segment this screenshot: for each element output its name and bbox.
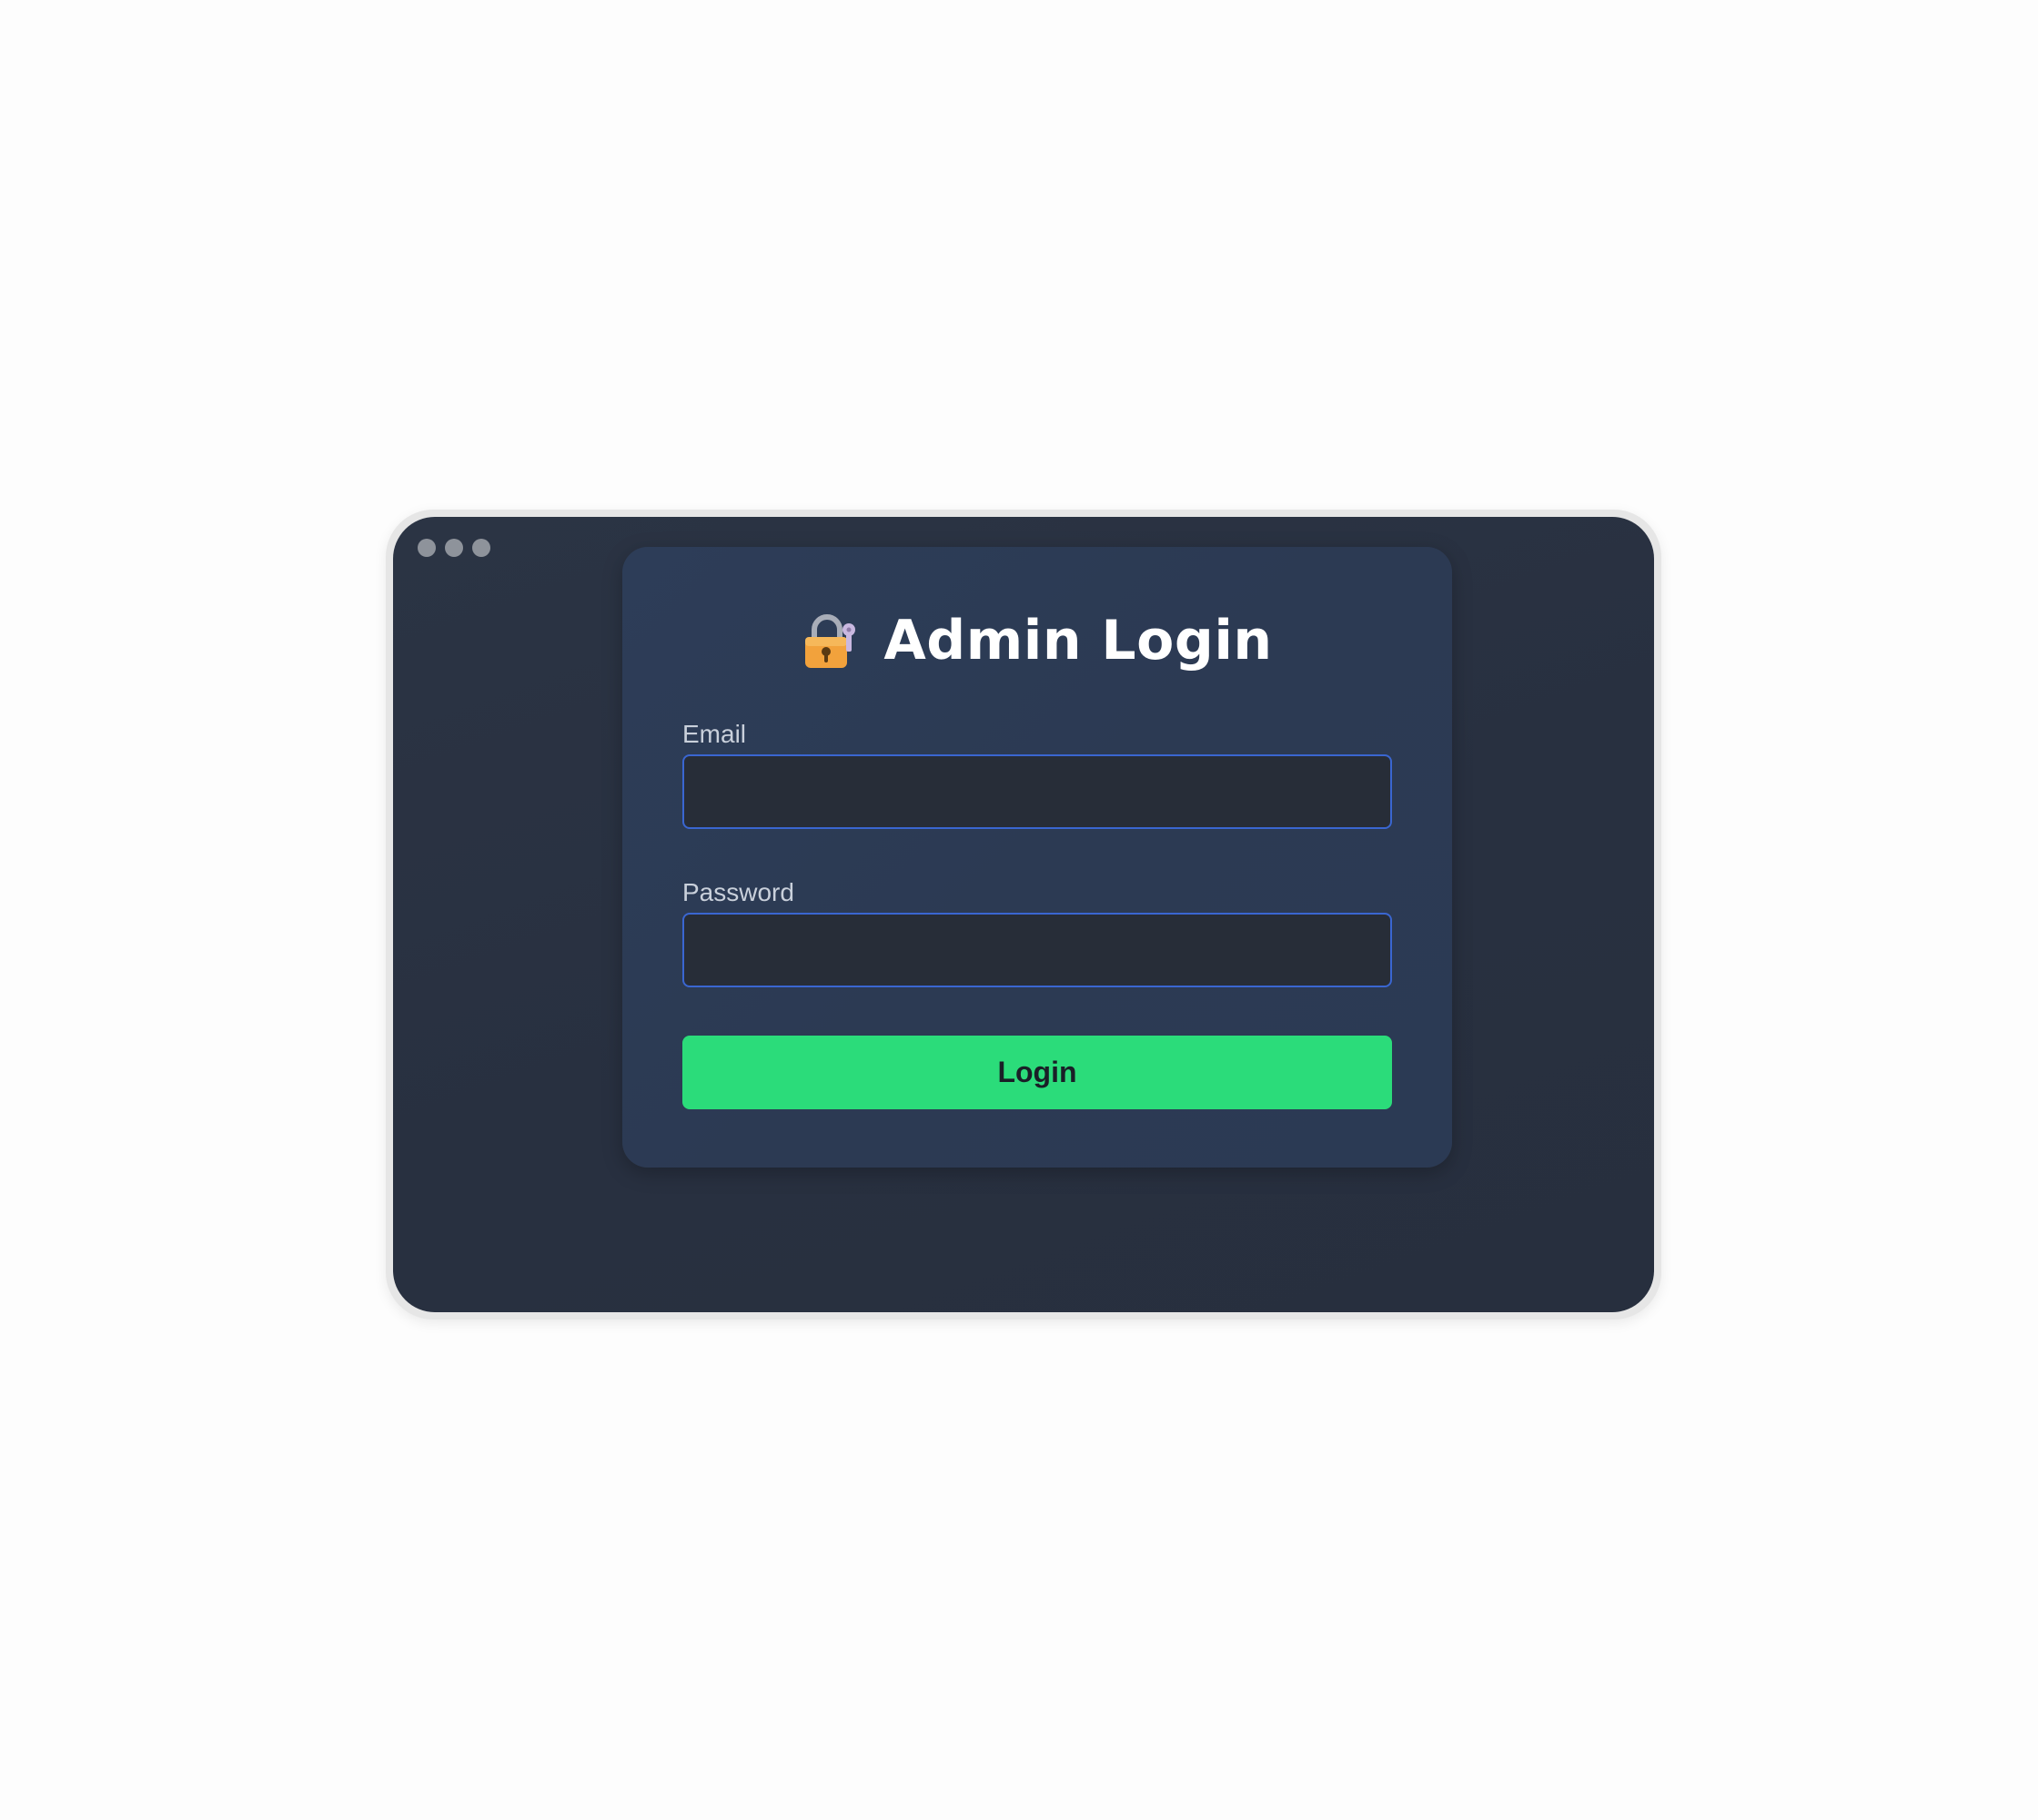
password-field[interactable] bbox=[682, 913, 1392, 987]
browser-window-frame: Admin Login Email Password Login bbox=[386, 510, 1661, 1320]
window-control-dot[interactable] bbox=[445, 539, 463, 557]
email-label: Email bbox=[682, 720, 747, 748]
email-field[interactable] bbox=[682, 754, 1392, 829]
window-control-dot[interactable] bbox=[472, 539, 490, 557]
login-header: Admin Login bbox=[622, 609, 1452, 672]
window-controls bbox=[418, 539, 490, 557]
login-card: Admin Login Email Password Login bbox=[622, 547, 1452, 1168]
login-button[interactable]: Login bbox=[682, 1036, 1392, 1109]
app-window: Admin Login Email Password Login bbox=[393, 517, 1654, 1312]
window-control-dot[interactable] bbox=[418, 539, 436, 557]
password-label: Password bbox=[682, 878, 794, 906]
lock-with-key-icon bbox=[802, 612, 858, 670]
page-title: Admin Login bbox=[883, 609, 1273, 672]
